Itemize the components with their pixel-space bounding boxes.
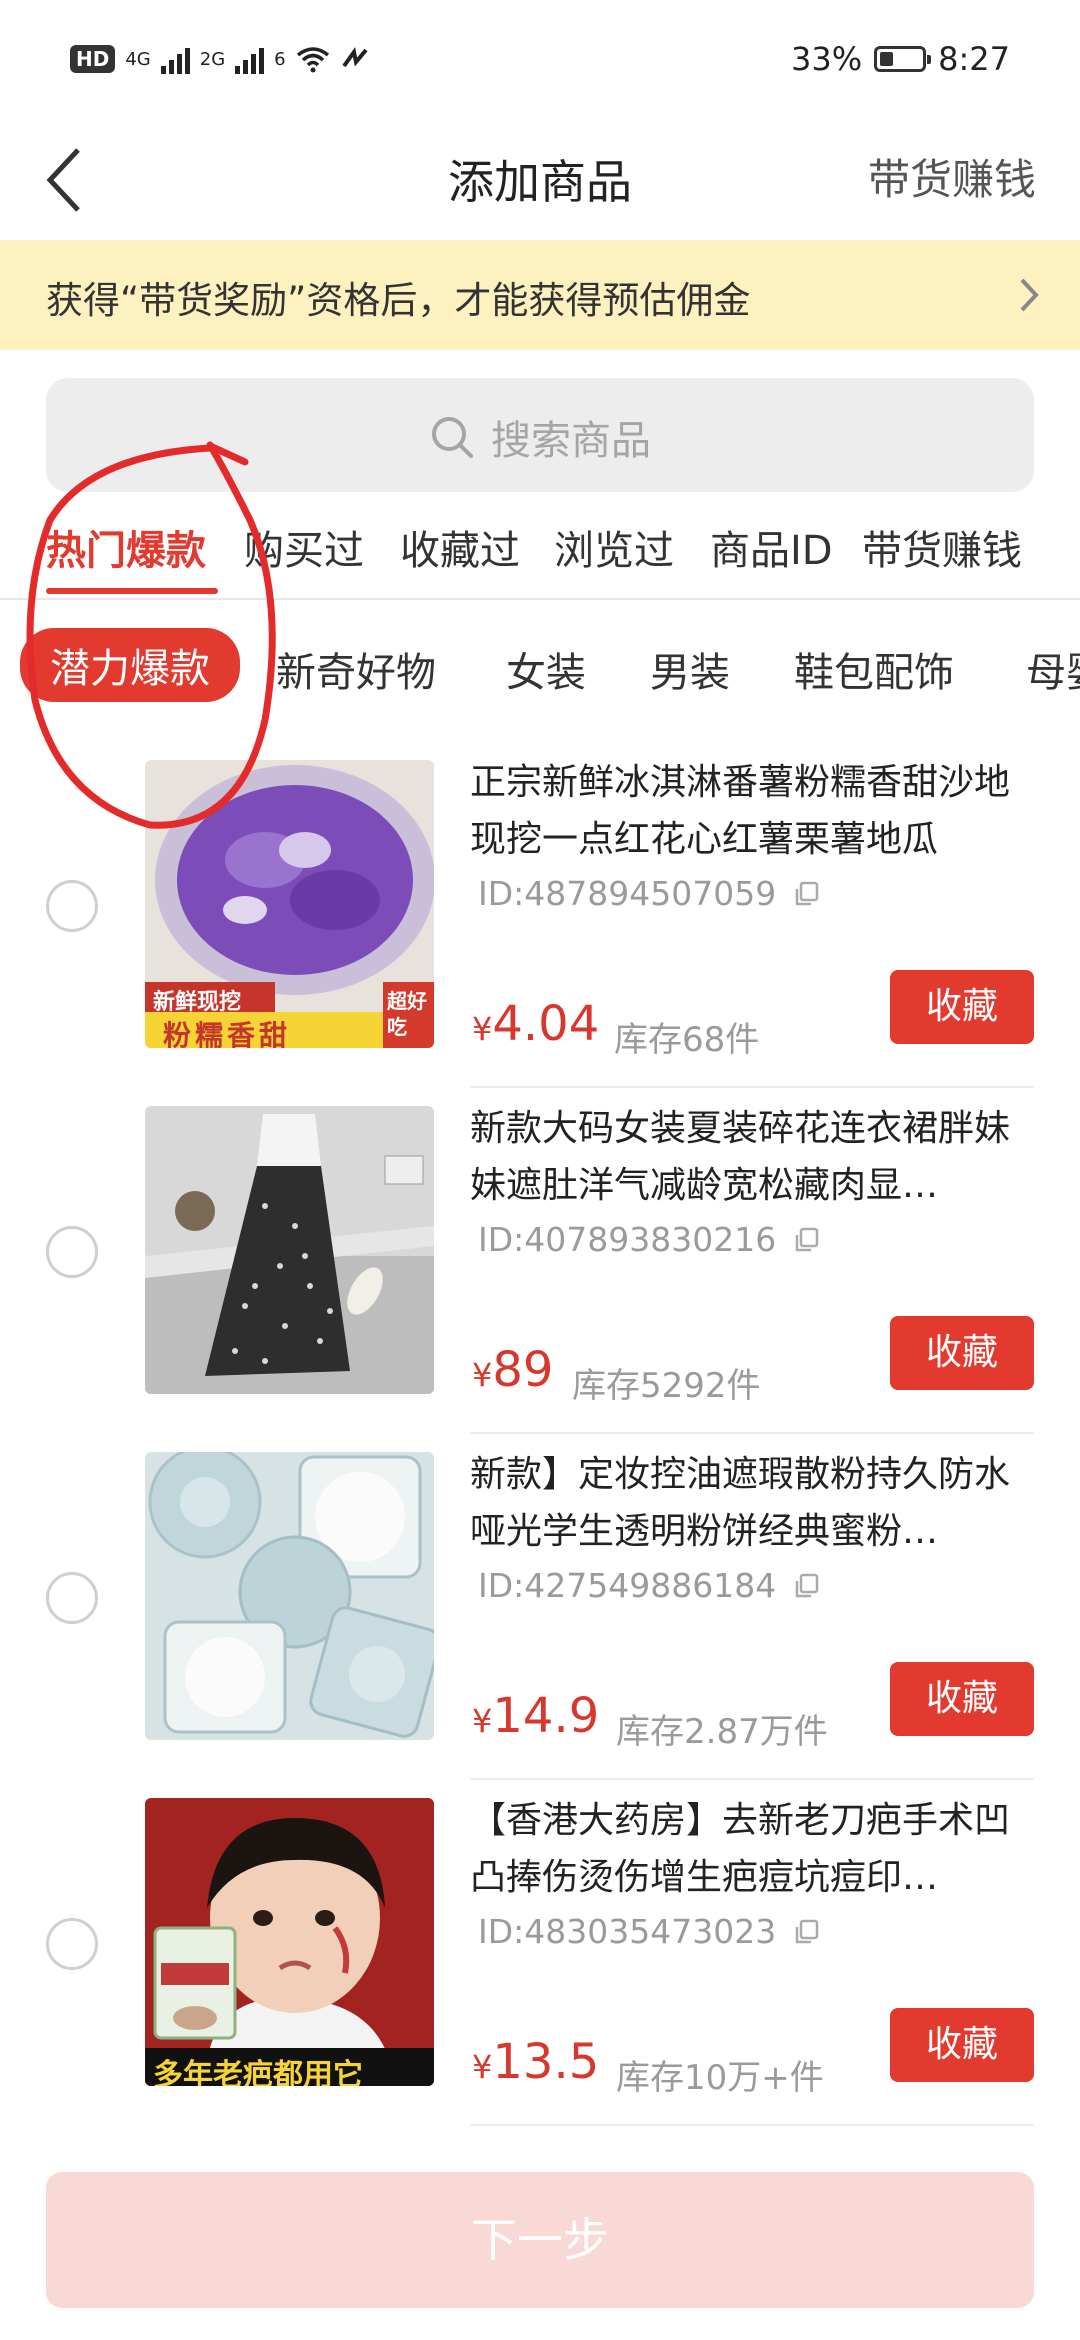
- next-step-button[interactable]: 下一步: [46, 2172, 1034, 2308]
- product-item[interactable]: 多年老疤都用它 【香港大药房】去新老刀疤手术凹凸捧伤烫伤增生疤痘坑痘印… ID:…: [0, 1798, 1080, 2144]
- product-id: ID:483035473023: [478, 1912, 777, 1951]
- select-radio[interactable]: [46, 1918, 98, 1970]
- category-mother-baby[interactable]: 母婴: [1026, 640, 1080, 698]
- favorite-button[interactable]: 收藏: [890, 2008, 1034, 2082]
- product-title: 新款大码女装夏装碎花连衣裙胖妹妹遮肚洋气减龄宽松藏肉显…: [470, 1108, 1011, 1206]
- status-bar-right: 33% 8:27: [791, 40, 1010, 78]
- product-thumbnail[interactable]: 新鲜现挖 粉糯香甜 超好吃: [145, 760, 434, 1048]
- product-title: 正宗新鲜冰淇淋番薯粉糯香甜沙地现挖一点红花心红薯栗薯地瓜: [470, 762, 1011, 860]
- currency-symbol: ¥: [472, 1702, 493, 1740]
- tab-purchased[interactable]: 购买过: [244, 518, 364, 576]
- copy-icon[interactable]: [794, 1919, 820, 1945]
- search-input[interactable]: 搜索商品: [491, 408, 651, 466]
- select-radio[interactable]: [46, 1572, 98, 1624]
- select-radio[interactable]: [46, 1226, 98, 1278]
- category-mens[interactable]: 男装: [650, 640, 730, 698]
- category-novelty[interactable]: 新奇好物: [276, 640, 436, 698]
- product-title: 新款】定妆控油遮瑕散粉持久防水哑光学生透明粉饼经典蜜粉…: [470, 1454, 1011, 1552]
- tab-hot[interactable]: 热门爆款: [46, 518, 206, 576]
- product-item[interactable]: 新款】定妆控油遮瑕散粉持久防水哑光学生透明粉饼经典蜜粉… ID:42754988…: [0, 1452, 1080, 1798]
- search-icon: [432, 417, 473, 458]
- tab-sell-to-earn[interactable]: 带货赚钱: [862, 518, 1022, 576]
- product-stock: 库存5292件: [572, 1366, 761, 1406]
- price-value: 14.9: [492, 1688, 600, 1744]
- price-value: 4.04: [492, 996, 600, 1052]
- tab-product-id[interactable]: 商品ID: [710, 518, 833, 576]
- product-id-row: ID:487894507059: [478, 874, 820, 913]
- item-divider: [470, 1086, 1034, 1088]
- product-thumbnail[interactable]: [145, 1106, 434, 1394]
- commission-notice-banner[interactable]: 获得“带货奖励”资格后，才能获得预估佣金: [0, 240, 1080, 350]
- product-id-row: ID:483035473023: [478, 1912, 820, 1951]
- badge-fresh: 新鲜现挖: [153, 990, 242, 1015]
- status-bar-left: HD 4G 2G 6: [70, 44, 370, 74]
- product-thumbnail[interactable]: [145, 1452, 434, 1740]
- price-value: 89: [492, 1342, 554, 1398]
- product-item[interactable]: 新款大码女装夏装碎花连衣裙胖妹妹遮肚洋气减龄宽松藏肉显… ID:40789383…: [0, 1106, 1080, 1452]
- notice-text: 获得“带货奖励”资格后，才能获得预估佣金: [46, 279, 751, 322]
- active-tab-indicator: [46, 588, 218, 594]
- category-bar: 潜力爆款 新奇好物 女装 男装 鞋包配饰 母婴: [0, 618, 1080, 714]
- currency-symbol: ¥: [472, 1356, 493, 1394]
- clock: 8:27: [938, 40, 1010, 78]
- battery-icon: [874, 46, 932, 72]
- copy-icon[interactable]: [794, 881, 820, 907]
- favorite-button[interactable]: 收藏: [890, 970, 1034, 1044]
- tab-favorited[interactable]: 收藏过: [400, 518, 520, 576]
- search-bar[interactable]: 搜索商品: [46, 378, 1034, 492]
- item-divider: [470, 1778, 1034, 1780]
- wifi-icon: [296, 47, 329, 73]
- powder-compact-image: [145, 1452, 434, 1740]
- search-placeholder-row: 搜索商品: [46, 408, 1034, 466]
- copy-icon[interactable]: [794, 1573, 820, 1599]
- dress-image: [145, 1106, 434, 1394]
- currency-symbol: ¥: [472, 2048, 493, 2086]
- favorite-button[interactable]: 收藏: [890, 1316, 1034, 1390]
- battery-percent: 33%: [791, 40, 863, 78]
- product-id: ID:487894507059: [478, 874, 777, 913]
- hd-indicator: HD: [70, 45, 116, 73]
- product-price: ¥4.04: [472, 996, 599, 1052]
- badge-old-scars: 多年老疤都用它: [153, 2058, 363, 2086]
- badge-tasty: 超好吃: [387, 989, 427, 1039]
- chevron-right-icon: [1020, 278, 1039, 312]
- copy-icon[interactable]: [794, 1227, 820, 1253]
- badge-sweet: 粉糯香甜: [163, 1019, 292, 1048]
- product-title: 【香港大药房】去新老刀疤手术凹凸捧伤烫伤增生疤痘坑痘印…: [470, 1800, 1011, 1898]
- product-id: ID:427549886184: [478, 1566, 777, 1605]
- product-id-row: ID:427549886184: [478, 1566, 820, 1605]
- tab-browsed[interactable]: 浏览过: [554, 518, 674, 576]
- nfc-icon: [341, 47, 368, 68]
- network-type-4g: 4G: [125, 48, 151, 70]
- currency-symbol: ¥: [472, 1010, 493, 1048]
- battery-fill: [880, 52, 894, 66]
- signal-strength-icon: [160, 44, 190, 74]
- navigation-bar: 添加商品 带货赚钱: [0, 120, 1080, 240]
- status-bar: HD 4G 2G 6 33% 8:27: [0, 0, 1080, 120]
- product-item[interactable]: 新鲜现挖 粉糯香甜 超好吃 正宗新鲜冰淇淋番薯粉糯香甜沙地现挖一点红花心红薯栗薯…: [0, 760, 1080, 1106]
- category-womens[interactable]: 女装: [506, 640, 586, 698]
- product-price: ¥89: [472, 1342, 553, 1398]
- product-stock: 库存10万+件: [616, 2058, 824, 2098]
- network-type-2g: 2G: [199, 48, 226, 70]
- product-id-row: ID:407893830216: [478, 1220, 820, 1259]
- source-tabs: 热门爆款 购买过 收藏过 浏览过 商品ID 带货赚钱: [0, 510, 1080, 600]
- product-stock: 库存68件: [614, 1020, 760, 1060]
- scar-cream-image: [145, 1798, 434, 2086]
- price-value: 13.5: [492, 2034, 600, 2090]
- signal-strength-icon-2: [235, 44, 265, 74]
- select-radio[interactable]: [46, 880, 98, 932]
- product-price: ¥13.5: [472, 2034, 599, 2090]
- wifi-label: 6: [274, 48, 286, 70]
- product-price: ¥14.9: [472, 1688, 599, 1744]
- sell-to-earn-link[interactable]: 带货赚钱: [868, 146, 1036, 207]
- item-divider: [470, 2124, 1034, 2126]
- category-shoes-bags[interactable]: 鞋包配饰: [794, 640, 954, 698]
- product-stock: 库存2.87万件: [616, 1712, 828, 1752]
- product-id: ID:407893830216: [478, 1220, 777, 1259]
- category-potential-hits[interactable]: 潜力爆款: [20, 628, 240, 702]
- item-divider: [470, 1432, 1034, 1434]
- favorite-button[interactable]: 收藏: [890, 1662, 1034, 1736]
- product-thumbnail[interactable]: 多年老疤都用它: [145, 1798, 434, 2086]
